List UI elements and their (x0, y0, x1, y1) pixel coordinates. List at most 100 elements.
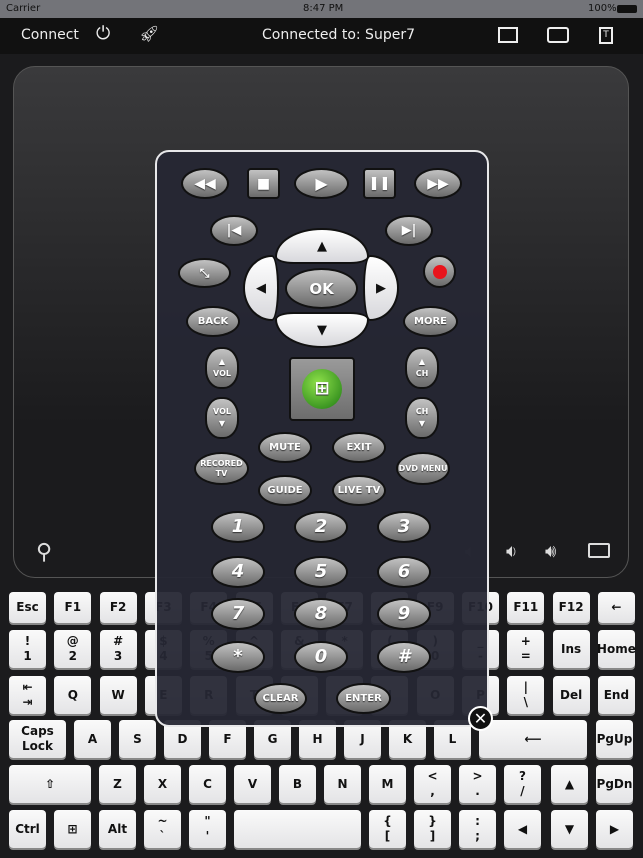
number-button-3[interactable]: 4 (211, 556, 265, 588)
key--5-7[interactable]: }] (414, 810, 451, 848)
key-V-4-4[interactable]: V (234, 765, 271, 803)
stop-button[interactable]: ■ (247, 168, 280, 199)
text-file-icon[interactable]: T (599, 27, 613, 44)
key--2-0[interactable]: ⇤ ⇥ (9, 676, 46, 714)
play-button[interactable]: ▶ (294, 168, 349, 199)
key-CapsLock-3-0[interactable]: Caps Lock (9, 720, 66, 758)
key-N-4-6[interactable]: N (324, 765, 361, 803)
key-Ctrl-5-0[interactable]: Ctrl (9, 810, 46, 848)
previous-track-button[interactable]: |◀ (210, 215, 258, 246)
key-PgUp-3-11[interactable]: PgUp (596, 720, 633, 758)
key-PgDn-4-12[interactable]: PgDn (596, 765, 633, 803)
volume-down-button[interactable]: VOL ▼ (205, 397, 239, 439)
number-button-6[interactable]: 7 (211, 598, 265, 630)
key-label: ` (159, 829, 166, 843)
key-B-4-5[interactable]: B (279, 765, 316, 803)
number-button-1[interactable]: 2 (294, 511, 348, 543)
key-label: . (475, 784, 480, 798)
number-button-4[interactable]: 5 (294, 556, 348, 588)
key--5-1[interactable]: ⊞ (54, 810, 91, 848)
key-Z-4-1[interactable]: Z (99, 765, 136, 803)
record-button[interactable] (423, 255, 456, 288)
key--5-9[interactable]: ◀ (504, 810, 541, 848)
more-button[interactable]: MORE (403, 306, 458, 337)
ok-button[interactable]: OK (285, 268, 358, 309)
status-bar: Carrier 8:47 PM 100% (0, 0, 643, 18)
key--5-4[interactable]: " ' (189, 810, 226, 848)
key-End-2-13[interactable]: End (597, 676, 635, 714)
channel-down-button[interactable]: CH ▼ (405, 397, 439, 439)
key-Del-2-12[interactable]: Del (552, 676, 590, 714)
key--5-10[interactable]: ▼ (551, 810, 588, 848)
clear-button[interactable]: CLEAR (254, 683, 307, 714)
key-F12-0-12[interactable]: F12 (552, 592, 590, 623)
key--4-10[interactable]: ? / (504, 765, 541, 803)
key-F11-0-11[interactable]: F11 (507, 592, 545, 623)
enter-button[interactable]: ENTER (336, 683, 391, 714)
key--5-3[interactable]: ~ ` (144, 810, 181, 848)
key--3-10[interactable]: ⟵ (479, 720, 587, 758)
volume-down-icon[interactable]: 🔉︎ (506, 541, 517, 562)
dvd-menu-button[interactable]: DVD MENU (396, 452, 450, 485)
pause-button[interactable]: ❚❚ (363, 168, 396, 199)
key--5-8[interactable]: :; (459, 810, 496, 848)
channel-up-button[interactable]: ▲ CH (405, 347, 439, 389)
key--4-8[interactable]: <, (414, 765, 451, 803)
key-Q-2-1[interactable]: Q (54, 676, 92, 714)
film-icon[interactable] (498, 27, 518, 43)
key--0-13[interactable]: ← (597, 592, 635, 623)
connect-button[interactable]: Connect (21, 27, 79, 43)
rocket-icon[interactable]: 🚀︎ (139, 24, 159, 43)
power-icon[interactable]: ⏻ (96, 23, 110, 44)
mute-button[interactable]: MUTE (258, 432, 312, 463)
key-Home-1-13[interactable]: Home (597, 630, 636, 668)
key-F2-0-2[interactable]: F2 (99, 592, 137, 623)
key-space-5-5[interactable] (234, 810, 361, 848)
rewind-button[interactable]: ◀◀ (181, 168, 229, 199)
key-Ins-1-12[interactable]: Ins (552, 630, 590, 668)
fast-forward-button[interactable]: ▶▶ (414, 168, 462, 199)
key-2-1-1[interactable]: @2 (54, 630, 92, 668)
key--4-11[interactable]: ▲ (551, 765, 588, 803)
search-icon[interactable]: ⚲ (36, 540, 52, 565)
number-button-9[interactable]: * (211, 641, 265, 673)
key-F1-0-1[interactable]: F1 (54, 592, 92, 623)
live-tv-button[interactable]: LIVE TV (332, 475, 386, 506)
key-label: J (360, 731, 365, 746)
key-X-4-2[interactable]: X (144, 765, 181, 803)
key--2-11[interactable]: | \ (507, 676, 545, 714)
key--5-11[interactable]: ▶ (596, 810, 633, 848)
next-track-button[interactable]: ▶| (385, 215, 433, 246)
number-button-11[interactable]: # (377, 641, 431, 673)
keyboard-toggle-icon[interactable] (588, 543, 610, 558)
close-remote-button[interactable]: ✕ (468, 706, 493, 731)
number-button-10[interactable]: 0 (294, 641, 348, 673)
number-button-0[interactable]: 1 (211, 511, 265, 543)
key-C-4-3[interactable]: C (189, 765, 226, 803)
key-W-2-2[interactable]: W (99, 676, 137, 714)
exit-button[interactable]: EXIT (332, 432, 386, 463)
volume-up-button[interactable]: ▲ VOL (205, 347, 239, 389)
switch-icon[interactable] (547, 27, 569, 43)
key-S-3-2[interactable]: S (119, 720, 156, 758)
windows-start-button[interactable]: ⊞ (289, 357, 355, 421)
volume-up-icon[interactable]: 🔊︎ (545, 541, 556, 562)
key-Alt-5-2[interactable]: Alt (99, 810, 136, 848)
number-button-2[interactable]: 3 (377, 511, 431, 543)
back-button[interactable]: BACK (186, 306, 240, 337)
key--5-6[interactable]: {[ (369, 810, 406, 848)
key--4-0[interactable]: ⇧ (9, 765, 91, 803)
fullscreen-button[interactable]: ⤡ (178, 258, 231, 288)
key--4-9[interactable]: >. (459, 765, 496, 803)
number-button-8[interactable]: 9 (377, 598, 431, 630)
key-3-1-2[interactable]: #3 (99, 630, 137, 668)
key-Esc-0-0[interactable]: Esc (9, 592, 46, 623)
number-button-5[interactable]: 6 (377, 556, 431, 588)
number-button-7[interactable]: 8 (294, 598, 348, 630)
key-1-1-0[interactable]: ! 1 (9, 630, 46, 668)
recorded-tv-button[interactable]: RECORED TV (194, 452, 249, 485)
key-A-3-1[interactable]: A (74, 720, 111, 758)
key-M-4-7[interactable]: M (369, 765, 406, 803)
guide-button[interactable]: GUIDE (258, 475, 312, 506)
key--1-11[interactable]: + = (507, 630, 545, 668)
